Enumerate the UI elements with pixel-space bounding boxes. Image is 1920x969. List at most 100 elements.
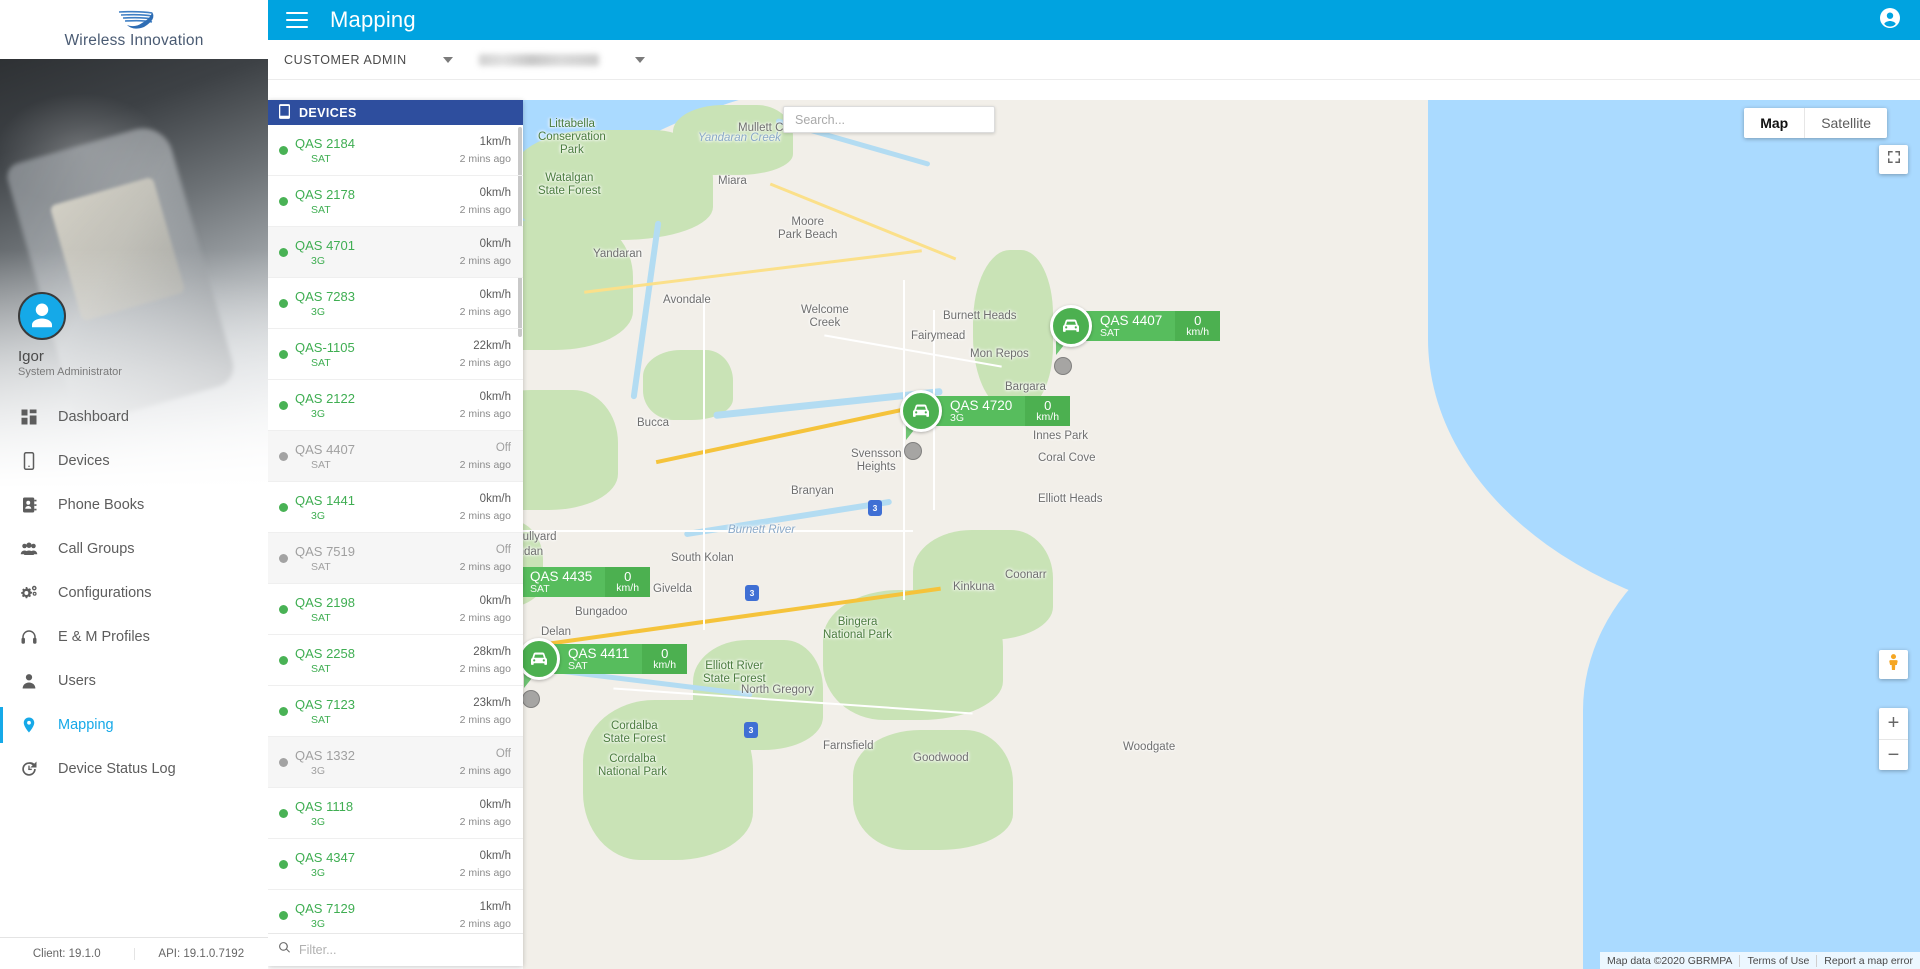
- customer-selector[interactable]: [478, 53, 645, 66]
- device-info: QAS 7129 3G: [295, 901, 460, 930]
- device-list-item[interactable]: QAS 2122 3G 0km/h 2 mins ago: [268, 380, 523, 431]
- vehicle-marker[interactable]: QAS 4435 SAT 0 km/h: [523, 561, 651, 603]
- map-search-input[interactable]: [795, 112, 983, 127]
- sidebar-item-dashboard[interactable]: Dashboard: [0, 395, 268, 439]
- attribution-item[interactable]: Terms of Use: [1739, 954, 1816, 967]
- status-dot: [279, 502, 288, 512]
- sidebar-item-devices[interactable]: Devices: [0, 439, 268, 483]
- device-timestamp: 2 mins ago: [459, 764, 511, 777]
- device-name: QAS 4347: [295, 849, 355, 865]
- device-info: QAS 4407 SAT: [295, 442, 460, 471]
- vehicle-marker[interactable]: QAS 4407 SAT 0 km/h: [1050, 305, 1221, 375]
- filter-input[interactable]: [299, 943, 479, 957]
- map-place-label: Cordalba National Park: [598, 753, 668, 778]
- attribution-item[interactable]: Map data ©2020 GBRMPA: [1600, 955, 1739, 967]
- devices-list[interactable]: QAS 2184 SAT 1km/h 2 mins ago QAS 2178 SAT 0km…: [268, 125, 523, 933]
- version-bar: Client: 19.1.0 API: 19.1.0.7192: [0, 937, 268, 969]
- device-name: QAS 7519: [295, 543, 355, 559]
- device-info: QAS 2178 SAT: [295, 187, 460, 216]
- map-place-label: South Kolan: [671, 552, 734, 564]
- marker-info: QAS 4720 3G: [934, 396, 1026, 426]
- map-forest-area: [523, 220, 633, 350]
- device-list-item[interactable]: QAS 2198 SAT 0km/h 2 mins ago: [268, 584, 523, 635]
- device-list-item[interactable]: QAS 7519 SAT Off 2 mins ago: [268, 533, 523, 584]
- device-timestamp: 2 mins ago: [459, 611, 511, 624]
- device-info: QAS 2198 SAT: [295, 595, 460, 624]
- device-name: QAS 1441: [295, 492, 355, 508]
- device-list-item[interactable]: QAS 4347 3G 0km/h 2 mins ago: [268, 839, 523, 890]
- brand-name: Wireless Innovation: [64, 32, 204, 49]
- device-list-item[interactable]: QAS 1332 3G Off 2 mins ago: [268, 737, 523, 788]
- device-list-item[interactable]: QAS-1105 SAT 22km/h 2 mins ago: [268, 329, 523, 380]
- device-speed: Off: [495, 441, 511, 454]
- device-list-item[interactable]: QAS 7123 SAT 23km/h 2 mins ago: [268, 686, 523, 737]
- device-network: 3G: [311, 509, 326, 522]
- map-type-satellite-button[interactable]: Satellite: [1804, 108, 1887, 138]
- device-list-item[interactable]: QAS 4407 SAT Off 2 mins ago: [268, 431, 523, 482]
- device-info: QAS 7519 SAT: [295, 544, 460, 573]
- attribution-item[interactable]: Report a map error: [1816, 954, 1920, 967]
- device-network: SAT: [311, 560, 331, 573]
- device-list-item[interactable]: QAS 2184 SAT 1km/h 2 mins ago: [268, 125, 523, 176]
- device-timestamp: 2 mins ago: [459, 203, 511, 216]
- zoom-out-button[interactable]: −: [1879, 739, 1908, 770]
- marker-device-name: QAS 4411: [568, 645, 630, 661]
- device-list-item[interactable]: QAS 2258 SAT 28km/h 2 mins ago: [268, 635, 523, 686]
- sidebar-item-device-status-log[interactable]: Device Status Log: [0, 747, 268, 791]
- device-list-item[interactable]: QAS 7129 3G 1km/h 2 mins ago: [268, 890, 523, 933]
- map-place-label: Moore Park Beach: [778, 216, 838, 241]
- marker-speed-unit: km/h: [1186, 326, 1210, 338]
- map-forest-area: [523, 390, 618, 510]
- sidebar-item-configurations[interactable]: Configurations: [0, 571, 268, 615]
- sidebar-item-call-groups[interactable]: Call Groups: [0, 527, 268, 571]
- device-speed: 0km/h: [479, 849, 511, 862]
- avatar[interactable]: [18, 292, 66, 340]
- role-selector[interactable]: CUSTOMER ADMIN: [284, 53, 453, 67]
- map-place-label: Miara: [718, 175, 747, 187]
- vehicle-marker[interactable]: QAS 4411 SAT 0 km/h: [523, 638, 688, 708]
- device-metrics: Off 2 mins ago: [460, 442, 511, 471]
- map-search-box[interactable]: [783, 106, 995, 133]
- device-info: QAS 7123 SAT: [295, 697, 460, 726]
- device-metrics: 0km/h 2 mins ago: [460, 850, 511, 879]
- route-shield: 3: [744, 722, 758, 738]
- device-timestamp: 2 mins ago: [459, 866, 511, 879]
- status-dot: [279, 604, 288, 614]
- marker-device-name: QAS 4407: [1100, 312, 1163, 328]
- device-metrics: 22km/h 2 mins ago: [460, 340, 511, 369]
- sidebar-item-label: Mapping: [58, 717, 114, 733]
- sidebar-item-phone-books[interactable]: Phone Books: [0, 483, 268, 527]
- zoom-in-button[interactable]: +: [1879, 708, 1908, 739]
- device-network: SAT: [311, 662, 331, 675]
- sidebar-item-users[interactable]: Users: [0, 659, 268, 703]
- device-timestamp: 2 mins ago: [459, 815, 511, 828]
- devices-filter[interactable]: [268, 933, 523, 966]
- map-place-label: Maroondan: [523, 546, 544, 558]
- device-list-item[interactable]: QAS 4701 3G 0km/h 2 mins ago: [268, 227, 523, 278]
- marker-info: QAS 4435 SAT: [523, 567, 606, 597]
- device-list-item[interactable]: QAS 7283 3G 0km/h 2 mins ago: [268, 278, 523, 329]
- vehicle-marker[interactable]: QAS 4720 3G 0 km/h: [900, 390, 1071, 460]
- map-type-map-button[interactable]: Map: [1744, 108, 1805, 138]
- device-list-item[interactable]: QAS 2178 SAT 0km/h 2 mins ago: [268, 176, 523, 227]
- brand-logo[interactable]: Wireless Innovation: [0, 0, 268, 59]
- device-timestamp: 2 mins ago: [459, 560, 511, 573]
- street-view-button[interactable]: [1879, 650, 1908, 679]
- map-place-label: Watalgan State Forest: [538, 172, 601, 197]
- device-name: QAS 4407: [295, 441, 355, 457]
- map-canvas[interactable]: 3 3 3 3 A1 A1 LittabellaConservationPark…: [523, 100, 1920, 969]
- sidebar-item-mapping[interactable]: Mapping: [0, 703, 268, 747]
- device-info: QAS 2258 SAT: [295, 646, 460, 675]
- device-list-item[interactable]: QAS 1118 3G 0km/h 2 mins ago: [268, 788, 523, 839]
- device-list-item[interactable]: QAS 1441 3G 0km/h 2 mins ago: [268, 482, 523, 533]
- status-dot: [279, 706, 288, 716]
- fullscreen-button[interactable]: [1879, 145, 1908, 174]
- role-selector-label: CUSTOMER ADMIN: [284, 52, 407, 67]
- device-metrics: 0km/h 2 mins ago: [460, 799, 511, 828]
- device-speed: 1km/h: [479, 135, 511, 148]
- mobile-device-icon: [279, 103, 290, 122]
- account-circle-icon[interactable]: [1878, 6, 1902, 35]
- sidebar-item-em-profiles[interactable]: E & M Profiles: [0, 615, 268, 659]
- map-place-label: Bullyard: [523, 531, 557, 543]
- hamburger-icon[interactable]: [286, 12, 308, 28]
